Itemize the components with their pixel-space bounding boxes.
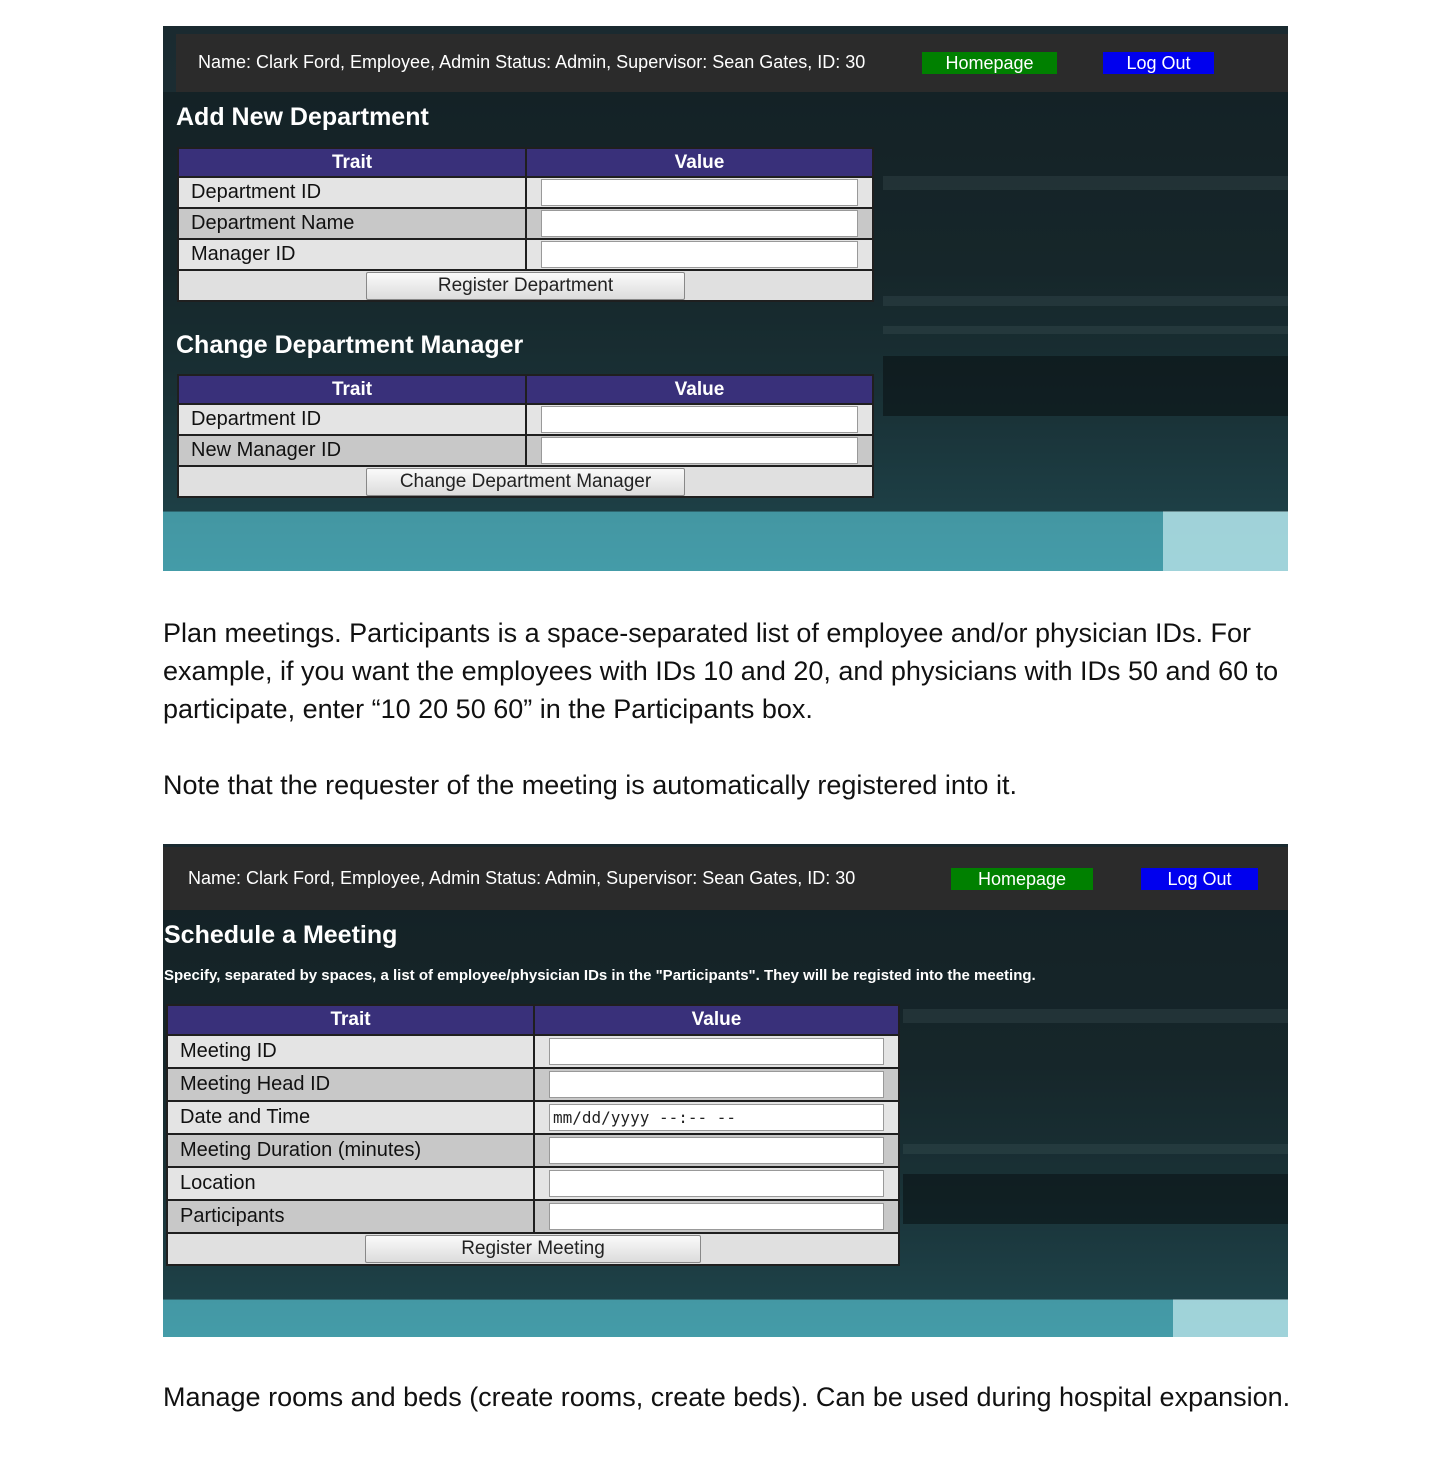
- meetings-note: Note that the requester of the meeting i…: [163, 770, 1017, 800]
- background-floor-light: [163, 511, 1288, 571]
- logout-button[interactable]: Log Out: [1141, 868, 1258, 890]
- background-window-strip: [1163, 511, 1288, 571]
- meeting-duration-input[interactable]: [549, 1137, 884, 1164]
- add-department-table: Trait Value Department ID Department Nam…: [177, 147, 874, 302]
- homepage-button[interactable]: Homepage: [951, 868, 1093, 890]
- row-label-meeting-head-id: Meeting Head ID: [166, 1067, 535, 1102]
- change-manager-title: Change Department Manager: [176, 331, 524, 359]
- user-info: Name: Clark Ford, Employee, Admin Status…: [198, 52, 866, 72]
- schedule-meeting-title: Schedule a Meeting: [164, 921, 398, 949]
- date-time-input[interactable]: [549, 1104, 884, 1131]
- register-meeting-button[interactable]: Register Meeting: [365, 1235, 701, 1263]
- meetings-description: Plan meetings. Participants is a space-s…: [163, 618, 1279, 724]
- screenshot-schedule-meeting: Name: Clark Ford, Employee, Admin Status…: [163, 844, 1288, 1337]
- column-header-trait: Trait: [166, 1004, 535, 1036]
- row-label-new-manager-id: New Manager ID: [177, 434, 527, 467]
- department-id-input[interactable]: [541, 179, 858, 206]
- department-id-input[interactable]: [541, 406, 858, 433]
- row-label-location: Location: [166, 1166, 535, 1201]
- department-name-input[interactable]: [541, 210, 858, 237]
- homepage-button[interactable]: Homepage: [922, 52, 1057, 74]
- new-manager-id-input[interactable]: [541, 437, 858, 464]
- row-label-meeting-id: Meeting ID: [166, 1034, 535, 1069]
- meeting-id-input[interactable]: [549, 1038, 884, 1065]
- add-department-title: Add New Department: [176, 103, 429, 131]
- schedule-meeting-table: Trait Value Meeting ID Meeting Head ID D…: [166, 1004, 900, 1266]
- register-department-button[interactable]: Register Department: [366, 271, 685, 300]
- row-label-meeting-duration: Meeting Duration (minutes): [166, 1133, 535, 1168]
- background-floor-light: [163, 1299, 1288, 1337]
- row-label-department-name: Department Name: [177, 207, 527, 240]
- column-header-value: Value: [525, 147, 874, 178]
- row-label-participants: Participants: [166, 1199, 535, 1234]
- participants-instructions: Specify, separated by spaces, a list of …: [164, 967, 1036, 984]
- column-header-value: Value: [525, 374, 874, 405]
- row-label-date-and-time: Date and Time: [166, 1100, 535, 1135]
- manager-id-input[interactable]: [541, 241, 858, 268]
- meeting-head-id-input[interactable]: [549, 1071, 884, 1098]
- location-input[interactable]: [549, 1170, 884, 1197]
- user-info: Name: Clark Ford, Employee, Admin Status…: [188, 868, 856, 888]
- change-manager-table: Trait Value Department ID New Manager ID…: [177, 374, 874, 498]
- column-header-trait: Trait: [177, 374, 527, 405]
- column-header-value: Value: [533, 1004, 900, 1036]
- top-navbar: Name: Clark Ford, Employee, Admin Status…: [176, 34, 1288, 92]
- logout-button[interactable]: Log Out: [1103, 52, 1214, 74]
- participants-input[interactable]: [549, 1203, 884, 1230]
- row-label-department-id: Department ID: [177, 176, 527, 209]
- rooms-description: Manage rooms and beds (create rooms, cre…: [163, 1382, 1291, 1412]
- column-header-trait: Trait: [177, 147, 527, 178]
- change-department-manager-button[interactable]: Change Department Manager: [366, 467, 685, 496]
- top-navbar: Name: Clark Ford, Employee, Admin Status…: [163, 847, 1288, 910]
- background-window-strip: [1173, 1299, 1288, 1337]
- screenshot-department-admin: Name: Clark Ford, Employee, Admin Status…: [163, 26, 1288, 571]
- row-label-manager-id: Manager ID: [177, 238, 527, 271]
- row-label-department-id: Department ID: [177, 403, 527, 436]
